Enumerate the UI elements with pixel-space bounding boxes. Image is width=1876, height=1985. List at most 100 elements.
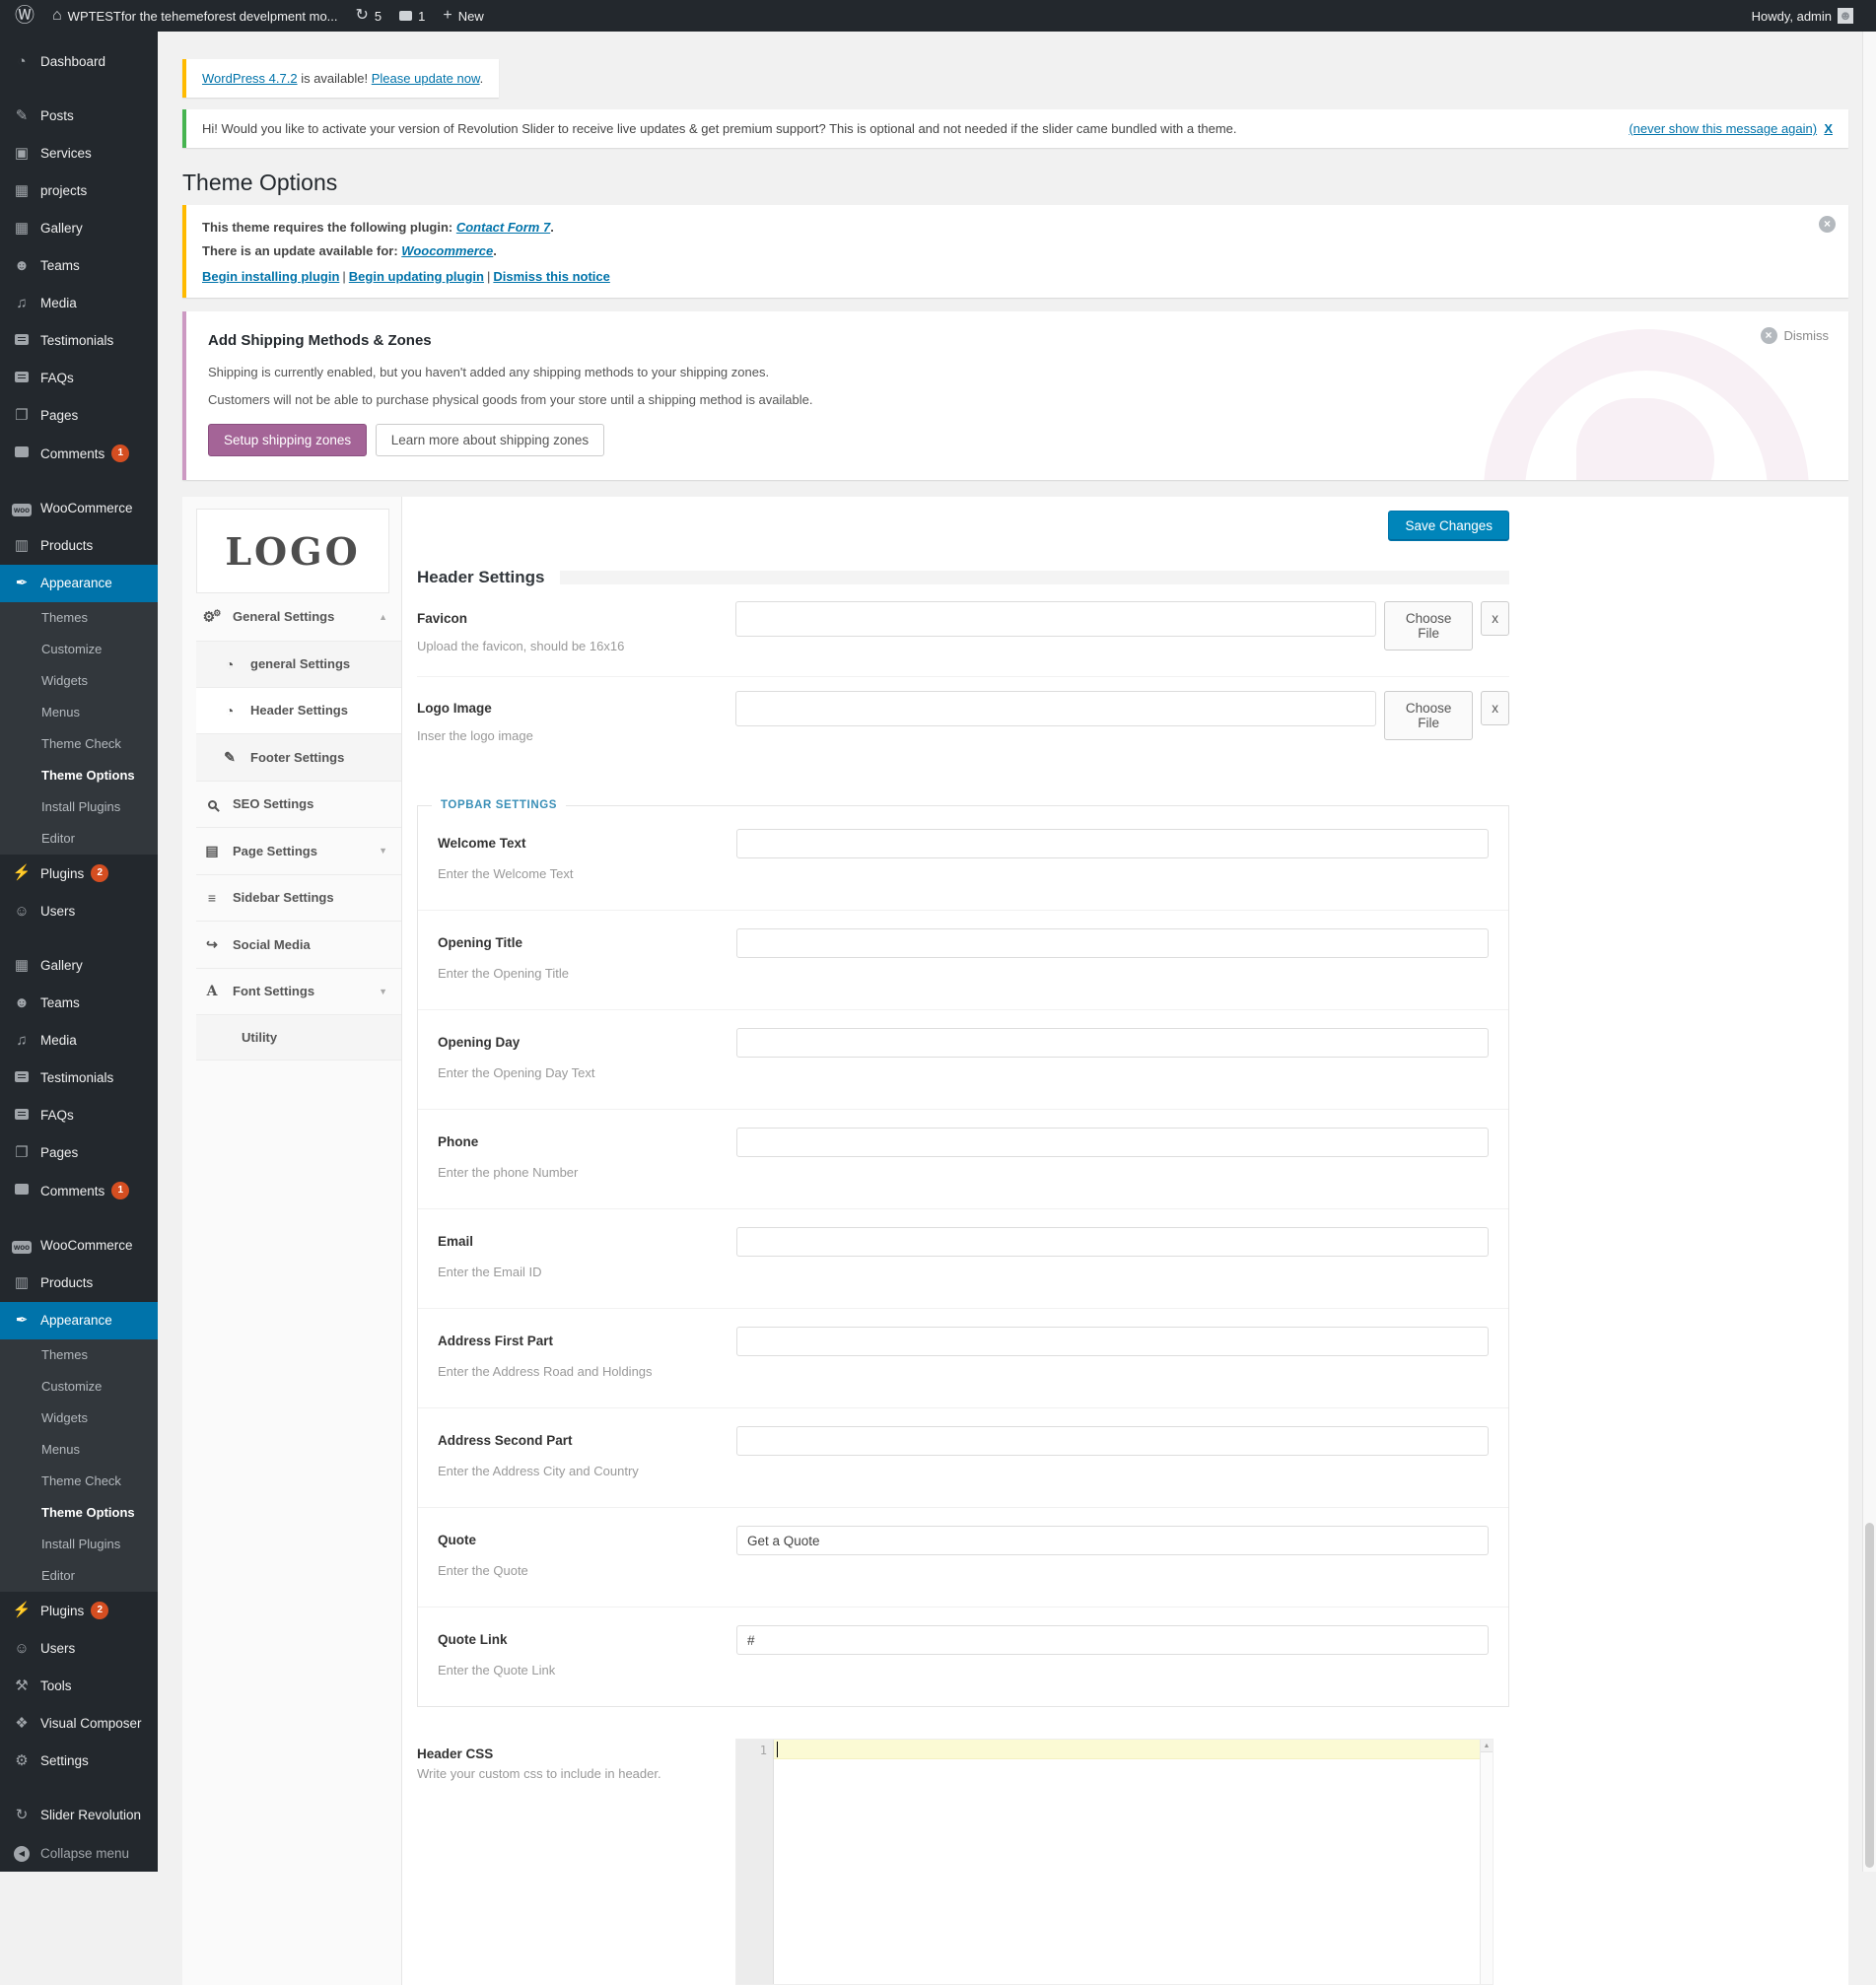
address-first-part-input[interactable] [736,1327,1489,1356]
sidebar-item-gallery[interactable]: ▦Gallery [0,947,158,985]
sidebar-item-products[interactable]: ▥Products [0,527,158,565]
scrollbar-thumb[interactable] [1865,1523,1874,1868]
sidebar-item-collapse-menu[interactable]: ◀Collapse menu [0,1834,158,1873]
sidebar-subitem-themes[interactable]: Themes [0,602,158,634]
dismiss-this-notice-link[interactable]: Dismiss this notice [493,269,609,284]
phone-input[interactable] [736,1128,1489,1157]
choose-file-button[interactable]: Choose File [1384,601,1473,650]
editor-scrollbar[interactable]: ▲ [1480,1740,1493,1984]
page-scrollbar[interactable] [1862,32,1876,1872]
sidebar-subitem-editor[interactable]: Editor [0,823,158,855]
scroll-up-icon[interactable]: ▲ [1481,1740,1493,1752]
sidebar-subitem-install-plugins[interactable]: Install Plugins [0,1529,158,1560]
account-menu[interactable]: Howdy, admin ☻ [1743,0,1862,32]
begin-installing-plugin-link[interactable]: Begin installing plugin [202,269,339,284]
opening-day-input[interactable] [736,1028,1489,1058]
sidebar-subitem-editor[interactable]: Editor [0,1560,158,1592]
theme-nav-social-media[interactable]: ↪Social Media [196,922,401,969]
new-content-menu[interactable]: + New [434,0,492,32]
sidebar-item-media[interactable]: ♫Media [0,1022,158,1060]
wordpress-logo-menu[interactable]: Ⓦ [6,0,43,32]
sidebar-item-woocommerce[interactable]: wooWooCommerce [0,1227,158,1265]
wordpress-version-link[interactable]: WordPress 4.7.2 [202,71,298,86]
shipping-dismiss[interactable]: × Dismiss [1761,327,1830,344]
sidebar-item-teams[interactable]: ☻Teams [0,247,158,285]
sidebar-item-faqs[interactable]: FAQs [0,360,158,397]
sidebar-subitem-install-plugins[interactable]: Install Plugins [0,791,158,823]
sidebar-item-woocommerce[interactable]: wooWooCommerce [0,490,158,527]
sidebar-item-plugins[interactable]: ⚡Plugins2 [0,1592,158,1630]
sidebar-subitem-menus[interactable]: Menus [0,1434,158,1466]
sidebar-item-pages[interactable]: ❐Pages [0,397,158,435]
choose-file-button[interactable]: Choose File [1384,691,1473,740]
quote-link-input[interactable] [736,1625,1489,1655]
sidebar-item-products[interactable]: ▥Products [0,1265,158,1302]
updates-indicator[interactable]: ↻ 5 [347,0,391,32]
clear-file-button[interactable]: x [1481,691,1509,725]
please-update-link[interactable]: Please update now [372,71,480,86]
favicon-input[interactable] [735,601,1376,637]
editor-code-area[interactable] [774,1740,1493,1984]
theme-nav-font-settings[interactable]: AFont Settings▼ [196,969,401,1015]
site-name-link[interactable]: ⌂ WPTESTfor the tehemeforest develpment … [43,0,347,32]
sidebar-item-testimonials[interactable]: Testimonials [0,1060,158,1097]
sidebar-subitem-theme-options[interactable]: Theme Options [0,760,158,791]
notice-dismiss-icon[interactable]: × [1819,216,1836,233]
sidebar-item-plugins[interactable]: ⚡Plugins2 [0,855,158,893]
contact-form-7-link[interactable]: Contact Form 7 [456,220,550,235]
sidebar-subitem-themes[interactable]: Themes [0,1339,158,1371]
sidebar-item-settings[interactable]: ⚙Settings [0,1743,158,1780]
sidebar-item-users[interactable]: ☺Users [0,893,158,930]
sidebar-item-dashboard[interactable]: ◔Dashboard [0,43,158,81]
sidebar-subitem-theme-check[interactable]: Theme Check [0,1466,158,1497]
sidebar-subitem-menus[interactable]: Menus [0,697,158,728]
sidebar-item-media[interactable]: ♫Media [0,285,158,322]
theme-nav-general-settings[interactable]: ⚙⚙General Settings▲ [196,593,401,642]
woocommerce-link[interactable]: Woocommerce [401,243,493,258]
sidebar-item-appearance[interactable]: ✒Appearance [0,1302,158,1339]
theme-nav-sidebar-settings[interactable]: ≡Sidebar Settings [196,875,401,922]
welcome-text-input[interactable] [736,829,1489,858]
sidebar-item-services[interactable]: ▣Services [0,135,158,172]
opening-title-input[interactable] [736,928,1489,958]
save-changes-button[interactable]: Save Changes [1388,511,1509,541]
revslider-dismiss-x[interactable]: X [1824,121,1833,136]
theme-nav-header-settings[interactable]: ◔Header Settings [196,688,401,734]
sidebar-item-testimonials[interactable]: Testimonials [0,322,158,360]
sidebar-item-tools[interactable]: ⚒Tools [0,1668,158,1705]
sidebar-subitem-customize[interactable]: Customize [0,634,158,665]
begin-updating-plugin-link[interactable]: Begin updating plugin [349,269,484,284]
theme-nav-seo-settings[interactable]: SEO Settings [196,782,401,828]
never-show-again-link[interactable]: (never show this message again) [1629,121,1817,136]
logo-image-input[interactable] [735,691,1376,726]
sidebar-item-pages[interactable]: ❐Pages [0,1134,158,1172]
theme-nav-general-settings[interactable]: ◔general Settings [196,642,401,688]
sidebar-item-teams[interactable]: ☻Teams [0,985,158,1022]
sidebar-subitem-widgets[interactable]: Widgets [0,1403,158,1434]
theme-nav-footer-settings[interactable]: ✎Footer Settings [196,734,401,782]
theme-nav-page-settings[interactable]: ▤Page Settings▼ [196,828,401,875]
sidebar-item-gallery[interactable]: ▦Gallery [0,210,158,247]
sidebar-item-appearance[interactable]: ✒Appearance [0,565,158,602]
theme-nav-utility[interactable]: Utility [196,1015,401,1061]
sidebar-subitem-theme-check[interactable]: Theme Check [0,728,158,760]
sidebar-item-faqs[interactable]: FAQs [0,1097,158,1134]
email-input[interactable] [736,1227,1489,1257]
clear-file-button[interactable]: x [1481,601,1509,636]
sidebar-item-projects[interactable]: ▦projects [0,172,158,210]
sidebar-item-users[interactable]: ☺Users [0,1630,158,1668]
setup-shipping-zones-button[interactable]: Setup shipping zones [208,424,367,456]
address-second-part-input[interactable] [736,1426,1489,1456]
sidebar-subitem-widgets[interactable]: Widgets [0,665,158,697]
sidebar-item-slider-revolution[interactable]: ↻Slider Revolution [0,1797,158,1834]
comments-indicator[interactable]: 1 [390,0,434,32]
sidebar-item-visual-composer[interactable]: ❖Visual Composer [0,1705,158,1743]
sidebar-subitem-customize[interactable]: Customize [0,1371,158,1403]
header-css-editor[interactable]: 1 ▲ [735,1739,1494,1985]
quote-input[interactable] [736,1526,1489,1555]
sidebar-item-posts[interactable]: ✎Posts [0,98,158,135]
sidebar-item-comments[interactable]: Comments1 [0,435,158,473]
learn-more-shipping-button[interactable]: Learn more about shipping zones [376,424,604,456]
sidebar-subitem-theme-options[interactable]: Theme Options [0,1497,158,1529]
sidebar-item-comments[interactable]: Comments1 [0,1172,158,1210]
